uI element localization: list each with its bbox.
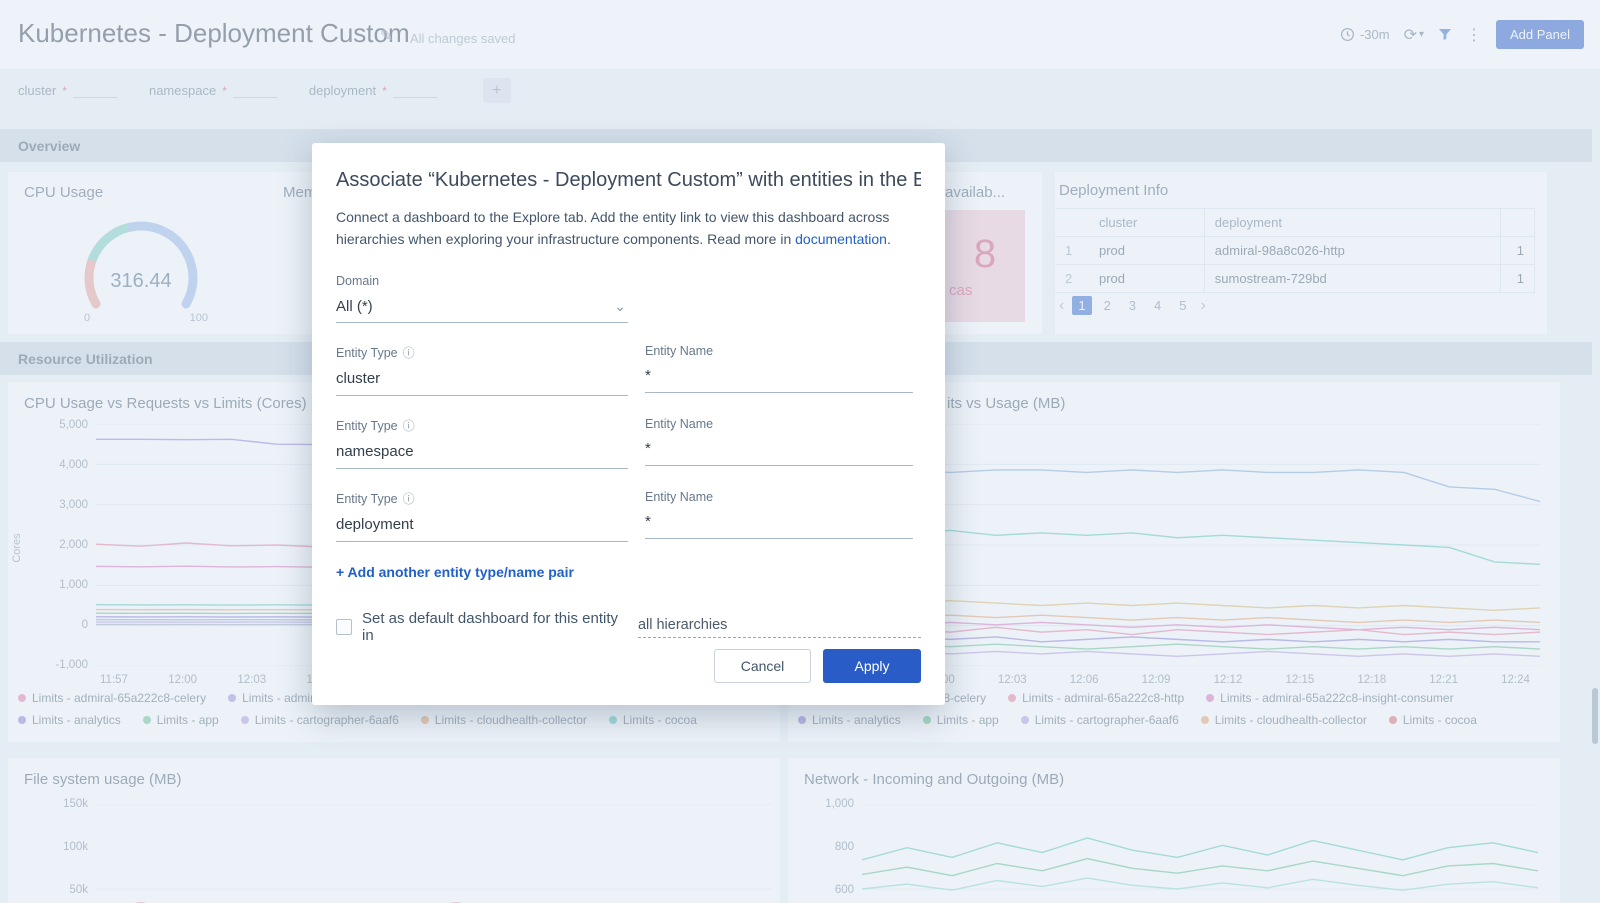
entity-name-field: Entity Name — [645, 490, 913, 542]
domain-select[interactable]: All (*) ⌄ — [336, 292, 628, 323]
default-dashboard-label: Set as default dashboard for this entity… — [362, 610, 622, 644]
entity-type-input[interactable] — [336, 436, 628, 469]
apply-button[interactable]: Apply — [823, 649, 921, 683]
dialog-title: Associate “Kubernetes - Deployment Custo… — [336, 169, 921, 192]
app-window: Kubernetes - Deployment Custom ✎ All cha… — [0, 0, 1600, 903]
entity-pair-row: Entity Type ⓘ Entity Name — [336, 417, 921, 469]
entity-pair-row: Entity Type ⓘ Entity Name — [336, 490, 921, 542]
documentation-link[interactable]: documentation — [795, 231, 887, 247]
hierarchy-select[interactable]: all hierarchies — [638, 617, 921, 638]
entity-name-label: Entity Name — [645, 417, 713, 431]
info-icon[interactable]: ⓘ — [403, 344, 415, 361]
default-dashboard-row: Set as default dashboard for this entity… — [336, 610, 921, 644]
description-period: . — [887, 231, 891, 247]
domain-value: All (*) — [336, 298, 373, 315]
entity-type-field: Entity Type ⓘ — [336, 344, 628, 396]
entity-type-label: Entity Type — [336, 419, 398, 433]
info-icon[interactable]: ⓘ — [403, 490, 415, 507]
entity-type-input[interactable] — [336, 509, 628, 542]
domain-label: Domain — [336, 274, 628, 288]
entity-name-label: Entity Name — [645, 490, 713, 504]
entity-name-label: Entity Name — [645, 344, 713, 358]
entity-pair-row: Entity Type ⓘ Entity Name — [336, 344, 921, 396]
info-icon[interactable]: ⓘ — [403, 417, 415, 434]
entity-name-field: Entity Name — [645, 417, 913, 469]
entity-type-label: Entity Type — [336, 346, 398, 360]
dialog-actions: Cancel Apply — [714, 649, 921, 683]
entity-name-input[interactable] — [645, 506, 913, 539]
associate-entities-dialog: Associate “Kubernetes - Deployment Custo… — [312, 143, 945, 705]
entity-name-field: Entity Name — [645, 344, 913, 396]
entity-type-field: Entity Type ⓘ — [336, 490, 628, 542]
add-entity-pair-link[interactable]: + Add another entity type/name pair — [336, 564, 574, 580]
chevron-down-icon: ⌄ — [614, 298, 626, 315]
entity-type-field: Entity Type ⓘ — [336, 417, 628, 469]
default-dashboard-checkbox[interactable] — [336, 619, 352, 635]
entity-name-input[interactable] — [645, 360, 913, 393]
dialog-description: Connect a dashboard to the Explore tab. … — [336, 207, 896, 250]
entity-type-label: Entity Type — [336, 492, 398, 506]
entity-type-input[interactable] — [336, 363, 628, 396]
cancel-button[interactable]: Cancel — [714, 649, 811, 683]
domain-field: Domain All (*) ⌄ — [336, 274, 628, 323]
entity-name-input[interactable] — [645, 433, 913, 466]
